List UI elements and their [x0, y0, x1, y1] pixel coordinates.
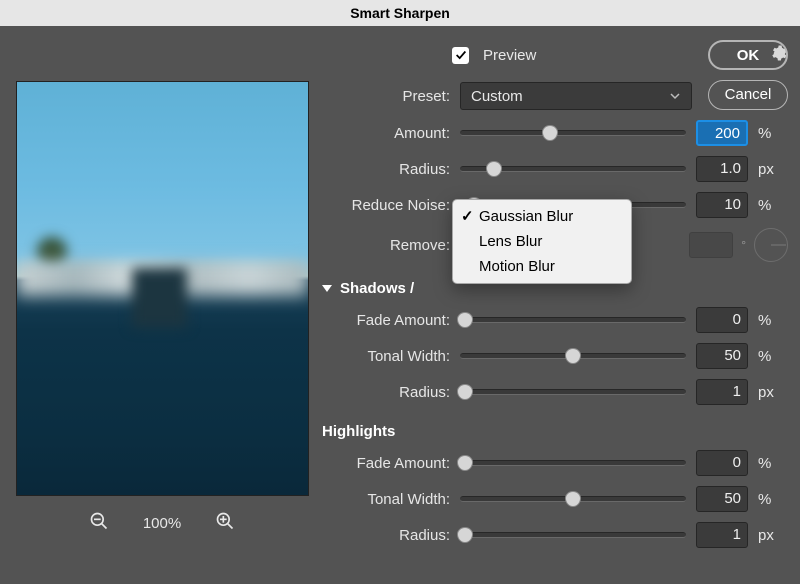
preview-checkbox[interactable]: [452, 47, 469, 64]
preset-value: Custom: [471, 88, 523, 105]
angle-input: [689, 232, 733, 258]
degree-symbol: °: [741, 238, 746, 252]
highlights-radius-unit: px: [758, 527, 788, 544]
shadows-title: Shadows /: [340, 280, 414, 297]
preset-select[interactable]: Custom: [460, 82, 692, 110]
shadows-fade-unit: %: [758, 312, 788, 329]
shadows-radius-unit: px: [758, 384, 788, 401]
shadows-radius-slider[interactable]: [460, 389, 686, 395]
highlights-fade-label: Fade Amount:: [322, 455, 450, 472]
highlights-fade-slider[interactable]: [460, 460, 686, 466]
amount-label: Amount:: [322, 125, 450, 142]
zoom-out-icon[interactable]: [85, 511, 113, 535]
shadows-fade-label: Fade Amount:: [322, 312, 450, 329]
shadows-fade-input[interactable]: 0: [696, 307, 748, 333]
highlights-tonal-label: Tonal Width:: [322, 491, 450, 508]
amount-input[interactable]: 200: [696, 120, 748, 146]
highlights-tonal-unit: %: [758, 491, 788, 508]
reduce-noise-label: Reduce Noise:: [322, 197, 450, 214]
shadows-radius-label: Radius:: [322, 384, 450, 401]
radius-label: Radius:: [322, 161, 450, 178]
shadows-tonal-label: Tonal Width:: [322, 348, 450, 365]
zoom-in-icon[interactable]: [211, 511, 239, 535]
reduce-noise-input[interactable]: 10: [696, 192, 748, 218]
amount-unit: %: [758, 125, 788, 142]
remove-option-lens[interactable]: Lens Blur: [453, 229, 631, 254]
reduce-noise-unit: %: [758, 197, 788, 214]
remove-option-gaussian[interactable]: Gaussian Blur: [453, 204, 631, 229]
highlights-title: Highlights: [322, 423, 788, 440]
highlights-radius-label: Radius:: [322, 527, 450, 544]
radius-input[interactable]: 1.0: [696, 156, 748, 182]
radius-slider[interactable]: [460, 166, 686, 172]
angle-dial: [754, 228, 788, 262]
caret-down-icon: [322, 285, 332, 292]
highlights-radius-input[interactable]: 1: [696, 522, 748, 548]
zoom-level: 100%: [143, 515, 181, 532]
highlights-radius-slider[interactable]: [460, 532, 686, 538]
highlights-tonal-input[interactable]: 50: [696, 486, 748, 512]
ok-button[interactable]: OK: [708, 40, 788, 70]
shadows-radius-input[interactable]: 1: [696, 379, 748, 405]
preset-label: Preset:: [322, 88, 450, 105]
dialog-title: Smart Sharpen: [0, 0, 800, 26]
highlights-fade-unit: %: [758, 455, 788, 472]
shadows-fade-slider[interactable]: [460, 317, 686, 323]
highlights-fade-input[interactable]: 0: [696, 450, 748, 476]
shadows-tonal-slider[interactable]: [460, 353, 686, 359]
highlights-tonal-slider[interactable]: [460, 496, 686, 502]
amount-slider[interactable]: [460, 130, 686, 136]
preview-label: Preview: [483, 47, 536, 64]
preview-image[interactable]: [16, 81, 309, 496]
radius-unit: px: [758, 161, 788, 178]
remove-dropdown[interactable]: Gaussian Blur Lens Blur Motion Blur: [452, 199, 632, 284]
shadows-tonal-unit: %: [758, 348, 788, 365]
remove-label: Remove:: [322, 237, 450, 254]
remove-option-motion[interactable]: Motion Blur: [453, 254, 631, 279]
chevron-down-icon: [669, 90, 681, 102]
cancel-button[interactable]: Cancel: [708, 80, 788, 110]
shadows-tonal-input[interactable]: 50: [696, 343, 748, 369]
